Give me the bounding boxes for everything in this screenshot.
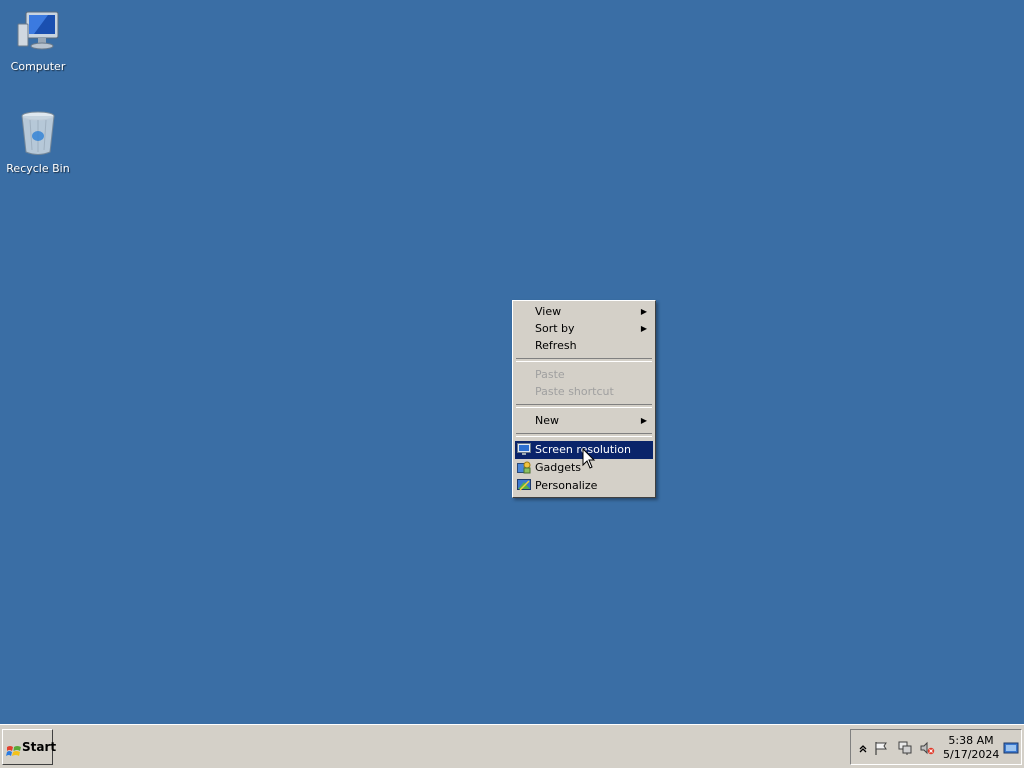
menu-item-label: Refresh: [535, 339, 577, 352]
gadgets-icon: [517, 461, 531, 474]
start-button[interactable]: Start: [2, 729, 57, 765]
desktop[interactable]: Computer Recycle Bin View ▶ Sort by ▶ Re…: [0, 0, 1024, 724]
menu-item-label: Gadgets: [535, 461, 582, 474]
start-label: Start: [22, 740, 57, 754]
show-desktop-icon[interactable]: [1003, 740, 1019, 756]
action-center-flag-icon[interactable]: [873, 740, 889, 756]
menu-item-label: Paste shortcut: [535, 385, 614, 398]
menu-item-view[interactable]: View ▶: [515, 303, 653, 320]
clock-date: 5/17/2024: [943, 748, 1000, 761]
menu-item-label: View: [535, 305, 562, 318]
taskbar-clock[interactable]: 5:38 AM 5/17/2024: [943, 734, 999, 762]
menu-item-new[interactable]: New ▶: [515, 412, 653, 429]
mouse-pointer-icon: [582, 447, 596, 470]
submenu-arrow-icon: ▶: [640, 307, 647, 316]
recycle-bin-icon: [14, 110, 62, 158]
menu-separator: [516, 433, 652, 437]
menu-item-label: Sort by: [535, 322, 575, 335]
menu-item-paste-shortcut: Paste shortcut: [515, 383, 653, 400]
desktop-icon-label: Recycle Bin: [6, 162, 70, 175]
screen-resolution-icon: [517, 443, 531, 456]
menu-item-label: New: [535, 414, 559, 427]
menu-item-personalize[interactable]: Personalize: [515, 477, 653, 495]
clock-time: 5:38 AM: [948, 734, 994, 747]
menu-item-refresh[interactable]: Refresh: [515, 337, 653, 354]
submenu-arrow-icon: ▶: [640, 324, 647, 333]
show-hidden-icons-icon[interactable]: [855, 740, 871, 756]
menu-item-paste: Paste: [515, 366, 653, 383]
network-icon[interactable]: [897, 740, 913, 756]
desktop-icon-label: Computer: [10, 60, 66, 73]
windows-logo-icon: [6, 739, 22, 756]
menu-item-label: Paste: [535, 368, 565, 381]
desktop-icon-computer[interactable]: Computer: [0, 8, 76, 73]
menu-item-sort-by[interactable]: Sort by ▶: [515, 320, 653, 337]
submenu-arrow-icon: ▶: [640, 416, 647, 425]
desktop-icon-recycle-bin[interactable]: Recycle Bin: [0, 110, 76, 175]
menu-item-label: Personalize: [535, 479, 598, 492]
notification-area: 5:38 AM 5/17/2024: [850, 729, 1022, 765]
computer-icon: [14, 8, 62, 56]
taskbar: Start 5:38 AM 5/17/2024: [0, 724, 1024, 768]
menu-separator: [516, 358, 652, 362]
personalize-icon: [517, 479, 531, 492]
volume-muted-icon[interactable]: [919, 740, 935, 756]
menu-separator: [516, 404, 652, 408]
